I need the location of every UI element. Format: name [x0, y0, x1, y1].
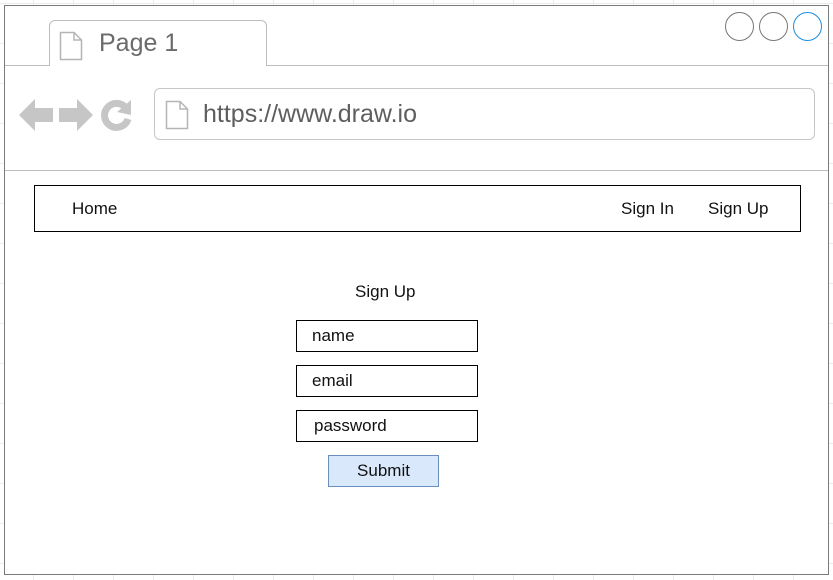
back-arrow-icon[interactable]: [19, 97, 53, 138]
submit-button[interactable]: Submit: [328, 455, 439, 487]
reload-icon[interactable]: [99, 97, 133, 138]
url-text[interactable]: https://www.draw.io: [203, 100, 417, 129]
email-field[interactable]: email: [296, 365, 478, 397]
page-icon: [165, 100, 189, 135]
nav-sign-up-link[interactable]: Sign Up: [708, 199, 768, 219]
form-title: Sign Up: [355, 282, 416, 301]
window-controls: [725, 12, 822, 41]
browser-tab[interactable]: Page 1: [49, 20, 267, 66]
address-bar[interactable]: https://www.draw.io: [154, 88, 815, 140]
site-navbar: Home Sign In Sign Up: [34, 185, 801, 232]
name-field[interactable]: name: [296, 320, 478, 352]
window-circle-icon[interactable]: [725, 12, 754, 41]
window-circle-icon[interactable]: [759, 12, 788, 41]
nav-home-link[interactable]: Home: [72, 199, 117, 219]
nav-sign-in-link[interactable]: Sign In: [621, 199, 674, 219]
page-icon: [59, 31, 83, 66]
browser-window: Page 1 https://www.draw.io Home Sign In …: [4, 5, 829, 575]
tab-title: Page 1: [99, 29, 179, 57]
forward-arrow-icon[interactable]: [59, 97, 93, 138]
window-circle-accent-icon[interactable]: [793, 12, 822, 41]
password-field[interactable]: password: [296, 410, 478, 442]
toolbar-divider: [5, 170, 828, 171]
navigation-buttons: [19, 97, 139, 138]
